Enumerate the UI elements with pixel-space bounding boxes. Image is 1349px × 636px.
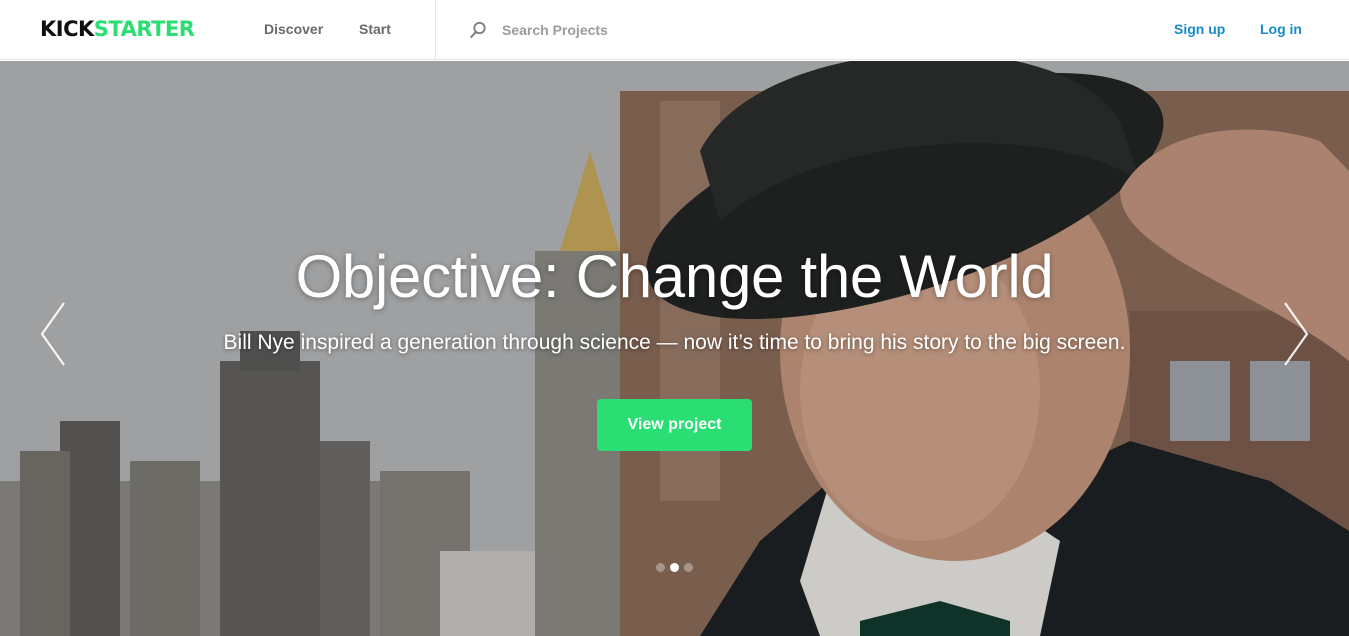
carousel-dot-2[interactable] <box>670 563 679 572</box>
nav-start-link[interactable]: Start <box>359 0 391 60</box>
logo-part-starter: STARTER <box>93 17 195 41</box>
search-bar <box>436 0 996 60</box>
view-project-button[interactable]: View project <box>597 399 752 451</box>
hero-carousel: Objective: Change the World Bill Nye ins… <box>0 61 1349 636</box>
carousel-dots <box>656 563 696 573</box>
kickstarter-logo[interactable]: KICKSTARTER <box>40 17 195 41</box>
search-icon[interactable] <box>469 21 487 39</box>
nav-discover-link[interactable]: Discover <box>264 0 323 60</box>
log-in-link[interactable]: Log in <box>1260 0 1302 60</box>
hero-subtitle: Bill Nye inspired a generation through s… <box>223 331 1126 354</box>
site-header: KICKSTARTER Discover Start Sign up Log i… <box>0 0 1349 60</box>
hero-title: Objective: Change the World <box>295 243 1054 310</box>
sign-up-link[interactable]: Sign up <box>1174 0 1225 60</box>
logo-part-kick: KICK <box>40 17 94 41</box>
carousel-dot-3[interactable] <box>684 563 693 572</box>
search-input[interactable] <box>502 17 902 43</box>
carousel-dot-1[interactable] <box>656 563 665 572</box>
